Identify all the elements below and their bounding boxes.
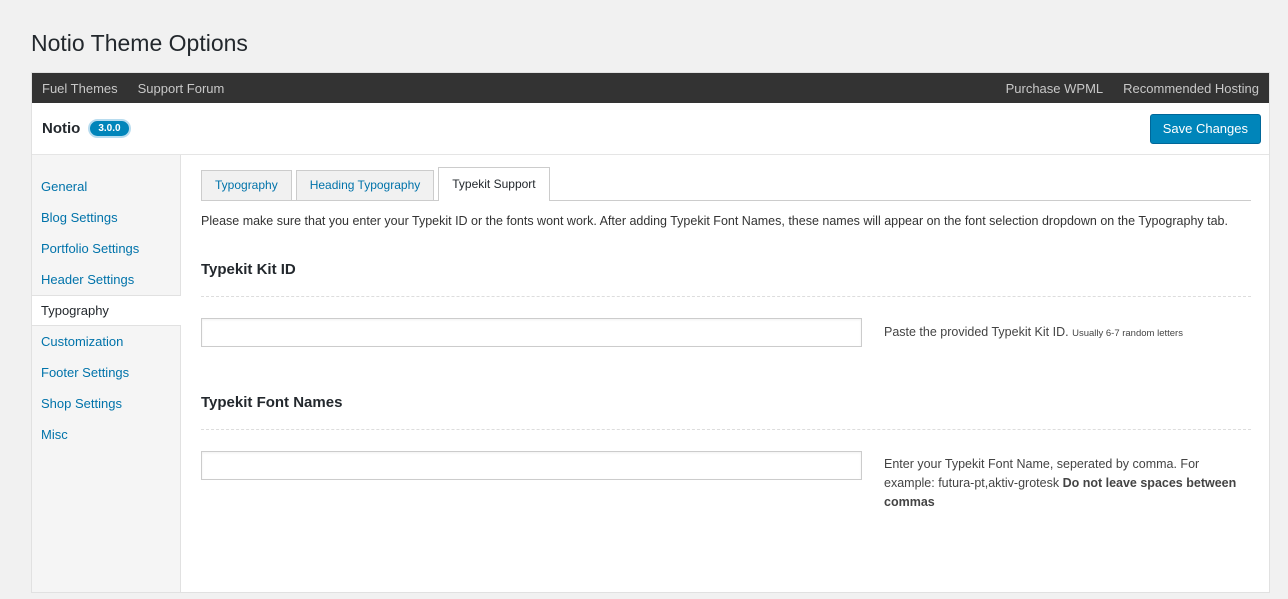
top-link-recommended-hosting[interactable]: Recommended Hosting [1123,81,1259,96]
brand: Notio 3.0.0 [42,119,131,138]
top-link-purchase-wpml[interactable]: Purchase WPML [1006,81,1104,96]
field-desc-font-names: Enter your Typekit Font Name, seperated … [884,455,1244,512]
tab-typekit-support[interactable]: Typekit Support [438,167,550,201]
typekit-font-names-input[interactable] [201,451,862,480]
top-nav-right: Purchase WPML Recommended Hosting [1006,81,1259,96]
sidebar-item-portfolio-settings[interactable]: Portfolio Settings [32,233,180,264]
main-content: Typography Heading Typography Typekit Su… [181,155,1269,592]
sidebar-item-header-settings[interactable]: Header Settings [32,264,180,295]
options-body: General Blog Settings Portfolio Settings… [32,155,1269,592]
field-row-kit-id: Paste the provided Typekit Kit ID. Usual… [201,318,1251,347]
kit-id-desc: Paste the provided Typekit Kit ID. [884,325,1069,339]
version-badge: 3.0.0 [88,119,131,138]
tab-heading-typography[interactable]: Heading Typography [295,170,435,200]
top-nav-left: Fuel Themes Support Forum [42,81,224,96]
field-desc-kit-id: Paste the provided Typekit Kit ID. Usual… [884,323,1244,343]
sidebar-item-typography[interactable]: Typography [32,295,181,326]
section-title-font-names: Typekit Font Names [201,394,343,411]
intro-text: Please make sure that you enter your Typ… [201,214,1228,228]
top-nav-bar: Fuel Themes Support Forum Purchase WPML … [32,73,1269,103]
options-panel: Fuel Themes Support Forum Purchase WPML … [31,72,1270,593]
sidebar-item-general[interactable]: General [32,171,180,202]
sidebar: General Blog Settings Portfolio Settings… [32,155,181,592]
field-row-font-names: Enter your Typekit Font Name, seperated … [201,451,1251,512]
section-divider [201,296,1251,297]
top-link-fuel-themes[interactable]: Fuel Themes [42,81,118,96]
sidebar-item-misc[interactable]: Misc [32,419,180,450]
page-title: Notio Theme Options [31,30,248,56]
tab-typography[interactable]: Typography [201,170,292,200]
sidebar-item-shop-settings[interactable]: Shop Settings [32,388,180,419]
top-link-support-forum[interactable]: Support Forum [138,81,225,96]
section-divider [201,429,1251,430]
brand-name: Notio [42,120,81,137]
typekit-kit-id-input[interactable] [201,318,862,347]
sidebar-item-blog-settings[interactable]: Blog Settings [32,202,180,233]
sidebar-item-footer-settings[interactable]: Footer Settings [32,357,180,388]
section-title-kit-id: Typekit Kit ID [201,261,296,278]
tab-bar: Typography Heading Typography Typekit Su… [201,167,1251,201]
sidebar-item-customization[interactable]: Customization [32,326,180,357]
options-header: Notio 3.0.0 Save Changes [32,103,1269,155]
kit-id-desc-small: Usually 6-7 random letters [1072,328,1183,339]
save-changes-button[interactable]: Save Changes [1149,113,1261,144]
